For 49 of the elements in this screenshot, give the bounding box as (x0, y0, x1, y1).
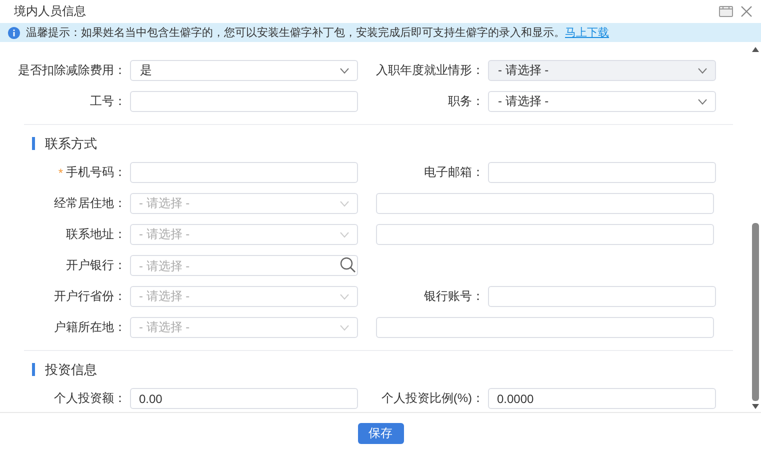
required-mark: * (58, 166, 63, 180)
field-label: 户籍所在地： (54, 319, 126, 336)
notice-text: 温馨提示：如果姓名当中包含生僻字的，您可以安装生僻字补丁包，安装完成后即可支持生僻字的录入和显示。 (26, 26, 565, 40)
dialog-title: 境内人员信息 (14, 3, 86, 20)
chevron-icon (698, 68, 707, 74)
chevron-icon (340, 324, 349, 330)
field-label: 职务： (448, 93, 484, 110)
field-label: 是否扣除减除费用： (18, 62, 126, 79)
input-field[interactable]: 0.0000 (488, 388, 716, 409)
select-field[interactable]: - 请选择 - (130, 317, 358, 338)
chevron-icon (340, 200, 349, 206)
save-button[interactable]: 保存 (358, 423, 404, 444)
field-label: 个人投资额： (54, 390, 126, 407)
input-field[interactable] (130, 162, 358, 183)
field-label: 个人投资比例(%)： (381, 390, 484, 407)
input-field[interactable]: 0.00 (130, 388, 358, 409)
field-label: 手机号码： (66, 164, 126, 181)
field-label: 经常居住地： (54, 195, 126, 212)
field-label: 入职年度就业情形： (376, 62, 484, 79)
window-icon[interactable] (719, 6, 733, 17)
scroll-down-icon[interactable] (752, 404, 759, 409)
input-field[interactable] (376, 317, 714, 338)
chevron-icon (340, 68, 349, 74)
info-icon (8, 26, 20, 38)
select-field[interactable]: 是 (130, 60, 358, 81)
scroll-up-icon[interactable] (752, 47, 759, 52)
field-label: 工号： (90, 93, 126, 110)
select-field[interactable]: - 请选择 - (130, 193, 358, 214)
search-field[interactable]: - 请选择 - (130, 255, 358, 276)
field-label: 开户行省份： (54, 288, 126, 305)
section-heading: 联系方式 (32, 137, 751, 150)
close-icon[interactable] (741, 6, 752, 17)
select-field[interactable]: - 请选择 - (130, 224, 358, 245)
download-link[interactable]: 马上下载 (565, 25, 609, 40)
field-label: 电子邮箱： (424, 164, 484, 181)
field-label: 银行账号： (424, 288, 484, 305)
input-field[interactable] (488, 286, 716, 307)
chevron-icon (698, 98, 707, 104)
input-field[interactable] (376, 224, 714, 245)
select-field[interactable]: - 请选择 - (488, 91, 716, 112)
input-field[interactable] (130, 91, 358, 112)
select-field[interactable]: - 请选择 - (130, 286, 358, 307)
input-field[interactable] (376, 193, 714, 214)
chevron-icon (340, 294, 349, 300)
chevron-icon (340, 232, 349, 238)
field-label: 开户银行： (66, 257, 126, 274)
field-label: 联系地址： (66, 226, 126, 243)
search-icon[interactable] (340, 257, 356, 273)
input-field[interactable] (488, 162, 716, 183)
